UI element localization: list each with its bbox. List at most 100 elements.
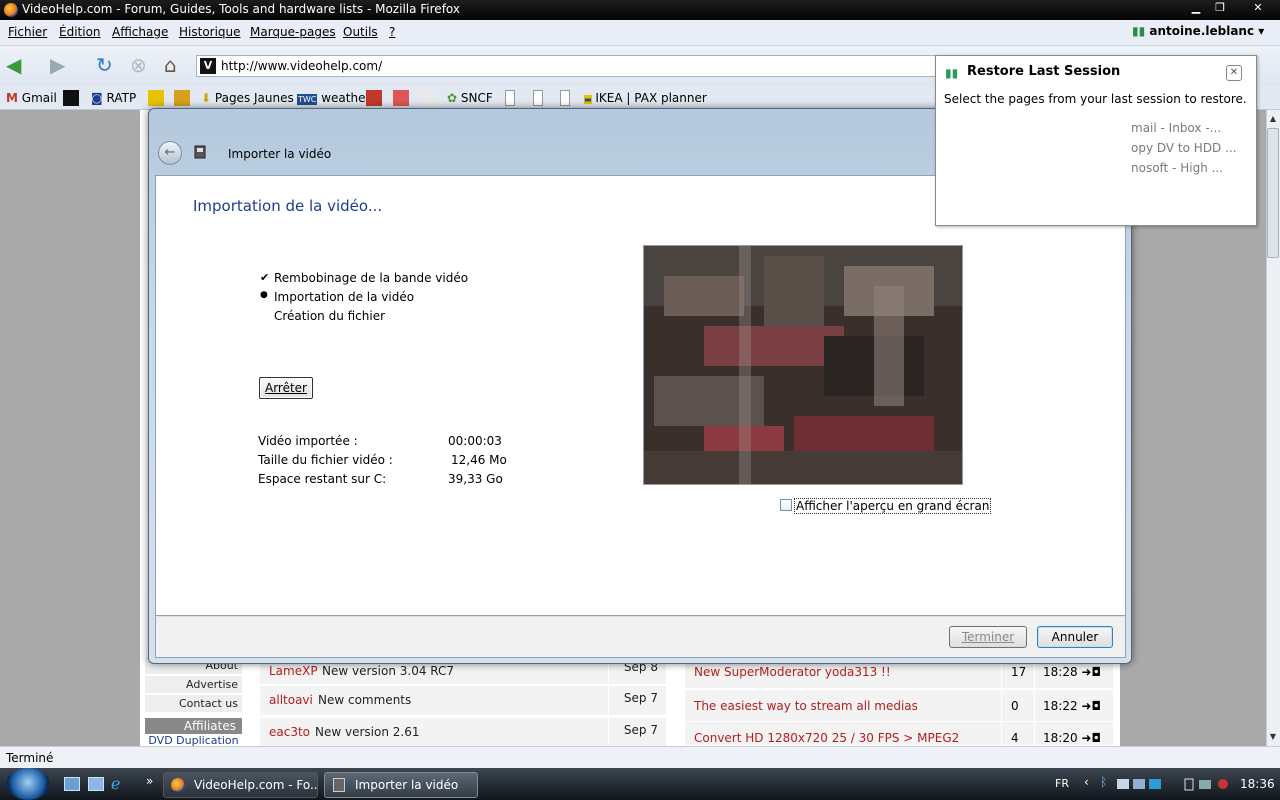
- menu-marque-pages[interactable]: Marque-pages: [250, 25, 336, 39]
- nav-contact[interactable]: Contact us: [145, 695, 242, 713]
- fullscreen-preview-checkbox[interactable]: [780, 499, 792, 511]
- home-icon[interactable]: ⌂: [164, 54, 177, 76]
- bookmark-icon-1[interactable]: [148, 90, 164, 106]
- video-preview: [643, 245, 963, 485]
- stop-icon[interactable]: ⊗: [130, 54, 147, 76]
- forum-reply-count: 4: [1011, 731, 1019, 745]
- forum-time[interactable]: 18:22 ➜◘: [1043, 699, 1101, 713]
- cancel-button[interactable]: Annuler: [1037, 626, 1113, 648]
- menu-help[interactable]: ?: [389, 25, 395, 39]
- news-app-link[interactable]: alltoavi: [269, 693, 313, 707]
- menu-outils[interactable]: Outils: [343, 25, 378, 39]
- back-icon[interactable]: ◀: [6, 54, 21, 76]
- window-title: VideoHelp.com - Forum, Guides, Tools and…: [22, 2, 460, 16]
- news-app-link[interactable]: LameXP: [269, 664, 318, 678]
- forum-reply-count: 0: [1011, 699, 1019, 713]
- news-date: Sep 7: [623, 723, 658, 737]
- scrollbar-thumb[interactable]: [1267, 128, 1279, 258]
- bookmark-page-icon-2[interactable]: [533, 90, 543, 106]
- news-text: New version 2.61: [315, 725, 420, 739]
- menu-fichier[interactable]: Fichier: [8, 25, 47, 39]
- language-indicator[interactable]: FR: [1055, 777, 1069, 790]
- weather-icon: TWC: [297, 94, 318, 105]
- forum-row: Convert HD 1280x720 25 / 30 FPS > MPEG2 …: [685, 722, 1113, 754]
- close-button[interactable]: ✕: [1244, 0, 1272, 16]
- bookmark-ratp[interactable]: ◙ RATP: [91, 91, 136, 105]
- menu-bar: Fichier Édition Affichage Historique Mar…: [0, 20, 1280, 46]
- show-desktop-icon[interactable]: [64, 777, 80, 791]
- ie-icon[interactable]: ℯ: [111, 774, 120, 793]
- step-import: Importation de la vidéo: [274, 290, 415, 304]
- affiliates-header: Affiliates: [145, 718, 242, 734]
- maximize-button[interactable]: ❐: [1208, 0, 1232, 16]
- bluetooth-icon[interactable]: ᛒ: [1100, 775, 1107, 789]
- nav-advertise[interactable]: Advertise: [145, 676, 242, 694]
- bookmark-gmail[interactable]: M Gmail: [6, 91, 57, 105]
- back-arrow-icon[interactable]: ←: [158, 141, 182, 165]
- sncf-icon: ✿: [447, 91, 458, 105]
- forum-thread-link[interactable]: Convert HD 1280x720 25 / 30 FPS > MPEG2: [694, 731, 959, 745]
- fullscreen-preview-label[interactable]: Afficher l'aperçu en grand écran: [794, 498, 992, 514]
- bookmark-page-icon-1[interactable]: [505, 90, 515, 106]
- stat-label-imported: Vidéo importée :: [258, 434, 358, 448]
- bookmark-icon-2[interactable]: [174, 90, 190, 106]
- taskbar-item-import-video[interactable]: Importer la vidéo: [324, 772, 478, 798]
- gmail-icon: M: [6, 91, 18, 105]
- restore-item[interactable]: nosoft - High ...: [1131, 161, 1223, 175]
- start-button[interactable]: [6, 768, 50, 800]
- reload-icon[interactable]: ↻: [96, 54, 113, 76]
- bookmark-weather[interactable]: TWC weather: [297, 91, 370, 105]
- news-date: Sep 7: [623, 691, 658, 705]
- stat-label-filesize: Taille du fichier vidéo :: [258, 453, 393, 467]
- bookmark-page-icon-3[interactable]: [560, 90, 570, 106]
- bookmark-icon-4[interactable]: [393, 90, 409, 106]
- dialog-title: Importer la vidéo: [228, 147, 332, 161]
- taskbar-item-firefox[interactable]: VideoHelp.com - Fo...: [163, 772, 318, 798]
- scroll-down-icon[interactable]: ▼: [1267, 732, 1279, 746]
- news-row: eac3to New version 2.61 Sep 7: [260, 718, 666, 748]
- forward-icon[interactable]: ▶: [50, 54, 65, 76]
- bookmark-nme-icon[interactable]: [63, 90, 79, 106]
- stat-label-space: Espace restant sur C:: [258, 472, 387, 486]
- bookmark-ikea[interactable]: ▬ IKEA | PAX planner: [584, 91, 707, 105]
- user-name: antoine.leblanc: [1149, 24, 1255, 38]
- bookmark-icon-5[interactable]: [421, 90, 437, 106]
- bookmark-sncf[interactable]: ✿ SNCF: [447, 91, 493, 105]
- forum-time[interactable]: 18:28 ➜◘: [1043, 665, 1101, 679]
- video-camera-icon: [193, 145, 207, 159]
- menu-edition[interactable]: Édition: [59, 25, 101, 39]
- stat-value-imported: 00:00:03: [448, 434, 502, 448]
- news-app-link[interactable]: eac3to: [269, 725, 310, 739]
- url-bar[interactable]: V http://www.videohelp.com/: [196, 55, 936, 77]
- tray-system-icons: [1183, 776, 1243, 792]
- restore-close-icon[interactable]: ✕: [1226, 65, 1242, 81]
- restore-session-popup: ▮▮ Restore Last Session ✕ Select the pag…: [935, 55, 1257, 226]
- firefox-taskbar-icon: [171, 778, 185, 792]
- menu-affichage[interactable]: Affichage: [112, 25, 168, 39]
- forum-thread-link[interactable]: New SuperModerator yoda313 !!: [694, 665, 891, 679]
- forum-thread-link[interactable]: The easiest way to stream all medias: [694, 699, 918, 713]
- finish-button[interactable]: Terminer: [949, 626, 1027, 648]
- minimize-button[interactable]: ▁: [1184, 0, 1208, 16]
- scroll-up-icon[interactable]: ▲: [1267, 114, 1279, 128]
- tray-expand-icon[interactable]: ‹: [1084, 775, 1089, 789]
- stop-button[interactable]: Arrêter: [259, 377, 313, 399]
- user-menu[interactable]: ▮▮ antoine.leblanc ▾: [1132, 24, 1264, 38]
- restore-title: Restore Last Session: [967, 64, 1121, 79]
- quicklaunch-more[interactable]: »: [146, 774, 153, 788]
- bookmark-icon-3[interactable]: [366, 90, 382, 106]
- restore-item[interactable]: opy DV to HDD ...: [1131, 141, 1237, 155]
- clock[interactable]: 18:36: [1240, 777, 1275, 791]
- forum-reply-count: 17: [1011, 665, 1027, 679]
- switch-windows-icon[interactable]: [88, 777, 104, 791]
- bullet-icon: ●: [260, 290, 268, 300]
- forum-time[interactable]: 18:20 ➜◘: [1043, 731, 1101, 745]
- step-rewind: Rembobinage de la bande vidéo: [274, 271, 469, 285]
- menu-historique[interactable]: Historique: [179, 25, 241, 39]
- news-row: alltoavi New comments Sep 7: [260, 686, 666, 716]
- news-text: New version 3.04 RC7: [322, 664, 455, 678]
- firefox-icon: [4, 3, 18, 17]
- restore-item[interactable]: mail - Inbox -...: [1131, 121, 1221, 135]
- checkmark-icon: ✔: [260, 271, 270, 284]
- bookmark-pages-jaunes[interactable]: ⬇ Pages Jaunes: [201, 91, 294, 105]
